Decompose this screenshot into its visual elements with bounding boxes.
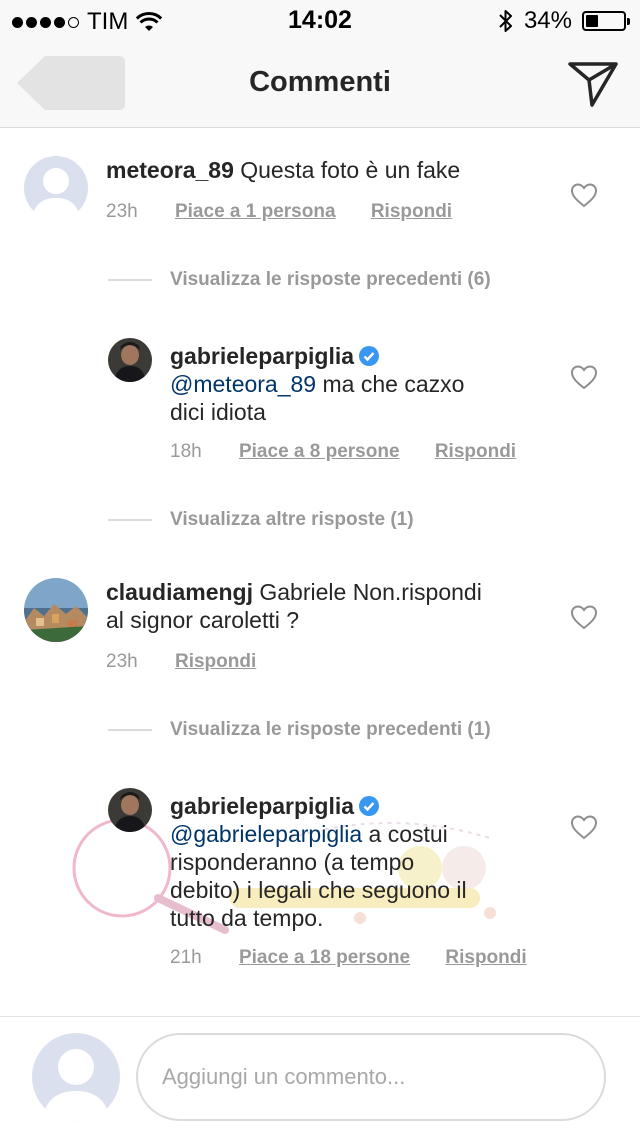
mention-link[interactable]: @meteora_89 — [170, 371, 316, 397]
comment-text-line3: debito) i legali che seguono il — [170, 877, 467, 903]
navigation-bar: Commenti — [0, 40, 640, 128]
comment-time: 23h — [106, 651, 138, 672]
toggle-label: Visualizza altre risposte (1) — [170, 509, 414, 530]
comment-text-line2: al signor caroletti ? — [106, 607, 300, 633]
comment-meta: 18h Piace a 8 persone Rispondi — [170, 441, 516, 463]
comment-meta: 23h Rispondi — [106, 651, 256, 673]
status-right: 34% — [498, 7, 630, 35]
status-bar: TIM 14:02 34% — [0, 0, 640, 40]
heart-icon[interactable] — [570, 814, 598, 840]
likes-link[interactable]: Piace a 8 persone — [239, 441, 400, 462]
battery-percent: 34% — [523, 7, 572, 34]
view-previous-replies[interactable]: Visualizza le risposte precedenti (1) — [108, 719, 491, 741]
comment-text-line1: a costui — [368, 821, 448, 847]
likes-link[interactable]: Piace a 18 persone — [239, 947, 410, 968]
current-user-avatar — [32, 1033, 120, 1121]
verified-badge-icon — [359, 796, 380, 816]
battery-fill — [586, 15, 598, 27]
comment-time: 21h — [170, 947, 202, 968]
comment-input[interactable] — [136, 1033, 606, 1121]
comment-username[interactable]: gabrieleparpiglia — [170, 793, 354, 819]
heart-icon[interactable] — [570, 604, 598, 630]
comment-meta: 23h Piace a 1 persona Rispondi — [106, 201, 452, 223]
page-title: Commenti — [249, 66, 391, 98]
reply-link[interactable]: Rispondi — [445, 947, 526, 968]
comment-time: 18h — [170, 441, 202, 462]
heart-icon[interactable] — [570, 182, 598, 208]
comment-body: meteora_89 Questa foto è un fake — [106, 156, 546, 184]
toggle-label: Visualizza le risposte precedenti (1) — [170, 719, 491, 740]
comment-body: gabrieleparpiglia @gabrieleparpiglia a c… — [170, 792, 550, 932]
comment-username[interactable]: gabrieleparpiglia — [170, 343, 354, 369]
comment-text-line1: ma che cazxo — [322, 371, 465, 397]
likes-link[interactable]: Piace a 1 persona — [175, 201, 336, 222]
mention-link[interactable]: @gabrieleparpiglia — [170, 821, 362, 847]
comment-composer — [0, 1016, 640, 1136]
reply-link[interactable]: Rispondi — [175, 651, 256, 672]
toggle-label: Visualizza le risposte precedenti (6) — [170, 269, 491, 290]
avatar[interactable] — [24, 156, 88, 220]
comment-body: claudiamengj Gabriele Non.rispondi al si… — [106, 578, 546, 634]
comment-text: Questa foto è un fake — [240, 157, 461, 183]
comment-username[interactable]: meteora_89 — [106, 157, 234, 183]
avatar[interactable] — [24, 578, 88, 642]
verified-badge-icon — [359, 346, 380, 366]
battery-icon — [582, 11, 630, 31]
comments-list: meteora_89 Questa foto è un fake 23h Pia… — [0, 128, 640, 1016]
comment-body: gabrieleparpiglia @meteora_89 ma che caz… — [170, 342, 550, 426]
view-more-replies[interactable]: Visualizza altre risposte (1) — [108, 509, 414, 531]
comment-text-line1: Gabriele Non.rispondi — [259, 579, 482, 605]
heart-icon[interactable] — [570, 364, 598, 390]
avatar[interactable] — [108, 788, 152, 832]
comment-text-line2: dici idiota — [170, 399, 266, 425]
comment-text-line4: tutto da tempo. — [170, 905, 324, 931]
paper-plane-icon — [568, 62, 618, 107]
avatar[interactable] — [108, 338, 152, 382]
comment-username[interactable]: claudiamengj — [106, 579, 253, 605]
view-previous-replies[interactable]: Visualizza le risposte precedenti (6) — [108, 269, 491, 291]
bluetooth-icon — [499, 10, 512, 32]
reply-link[interactable]: Rispondi — [371, 201, 452, 222]
send-direct-button[interactable] — [568, 60, 618, 108]
reply-link[interactable]: Rispondi — [435, 441, 516, 462]
comment-text-line2: risponderanno (a tempo — [170, 849, 415, 875]
comment-meta: 21h Piace a 18 persone Rispondi — [170, 947, 527, 969]
comment-time: 23h — [106, 201, 138, 222]
